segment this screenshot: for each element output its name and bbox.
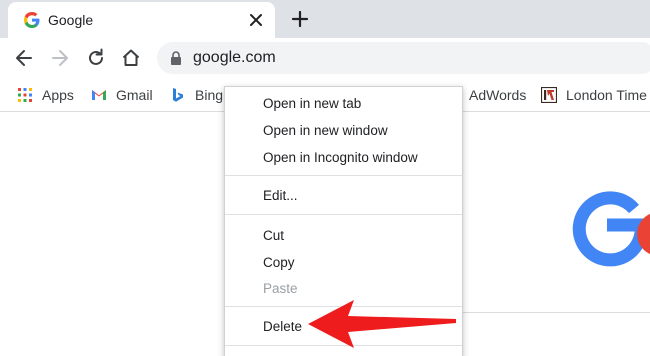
google-logo [572,191,650,267]
menu-item-edit[interactable]: Edit... [225,183,462,209]
address-bar[interactable]: google.com [157,42,650,74]
arrow-right-icon[interactable] [49,47,71,69]
home-icon[interactable] [120,47,142,69]
bookmark-label: Bing [195,87,224,103]
arrow-left-icon[interactable] [13,47,35,69]
red-arrow-annotation [308,300,456,348]
close-icon[interactable] [247,11,265,29]
menu-item-open-in-new-tab[interactable]: Open in new tab [225,91,462,117]
gmail-icon [92,90,106,100]
plus-icon[interactable] [290,9,310,29]
bookmark-label: Gmail [116,87,153,103]
tab-google[interactable]: Google [8,2,275,38]
bookmark-label: Apps [42,87,74,103]
bookmark-gmail[interactable]: Gmail [91,85,153,105]
reload-icon[interactable] [85,47,107,69]
tab-title: Google [48,12,94,28]
menu-separator [225,214,462,215]
bookmark-adwords[interactable]: AdWords [469,85,526,105]
bing-icon [173,88,183,102]
london-time-icon [541,87,557,103]
lock-icon[interactable] [170,51,182,65]
menu-item-cut[interactable]: Cut [225,223,462,249]
menu-separator [225,175,462,176]
bookmark-bing[interactable]: Bing [170,85,223,105]
bookmark-london-time[interactable]: London Time [541,85,647,105]
url-text[interactable]: google.com [193,49,276,67]
tab-strip: Google [0,0,650,38]
page-divider [463,312,650,313]
bookmark-label: AdWords [469,87,527,103]
bookmark-label: London Time [566,87,647,103]
bookmark-apps[interactable]: Apps [17,85,74,105]
apps-grid-icon [18,88,32,102]
menu-item-open-in-incognito-window[interactable]: Open in Incognito window [225,145,462,171]
google-g-icon [24,12,40,28]
menu-item-open-in-new-window[interactable]: Open in new window [225,118,462,144]
menu-item-copy[interactable]: Copy [225,250,462,276]
toolbar: google.com [0,38,650,78]
